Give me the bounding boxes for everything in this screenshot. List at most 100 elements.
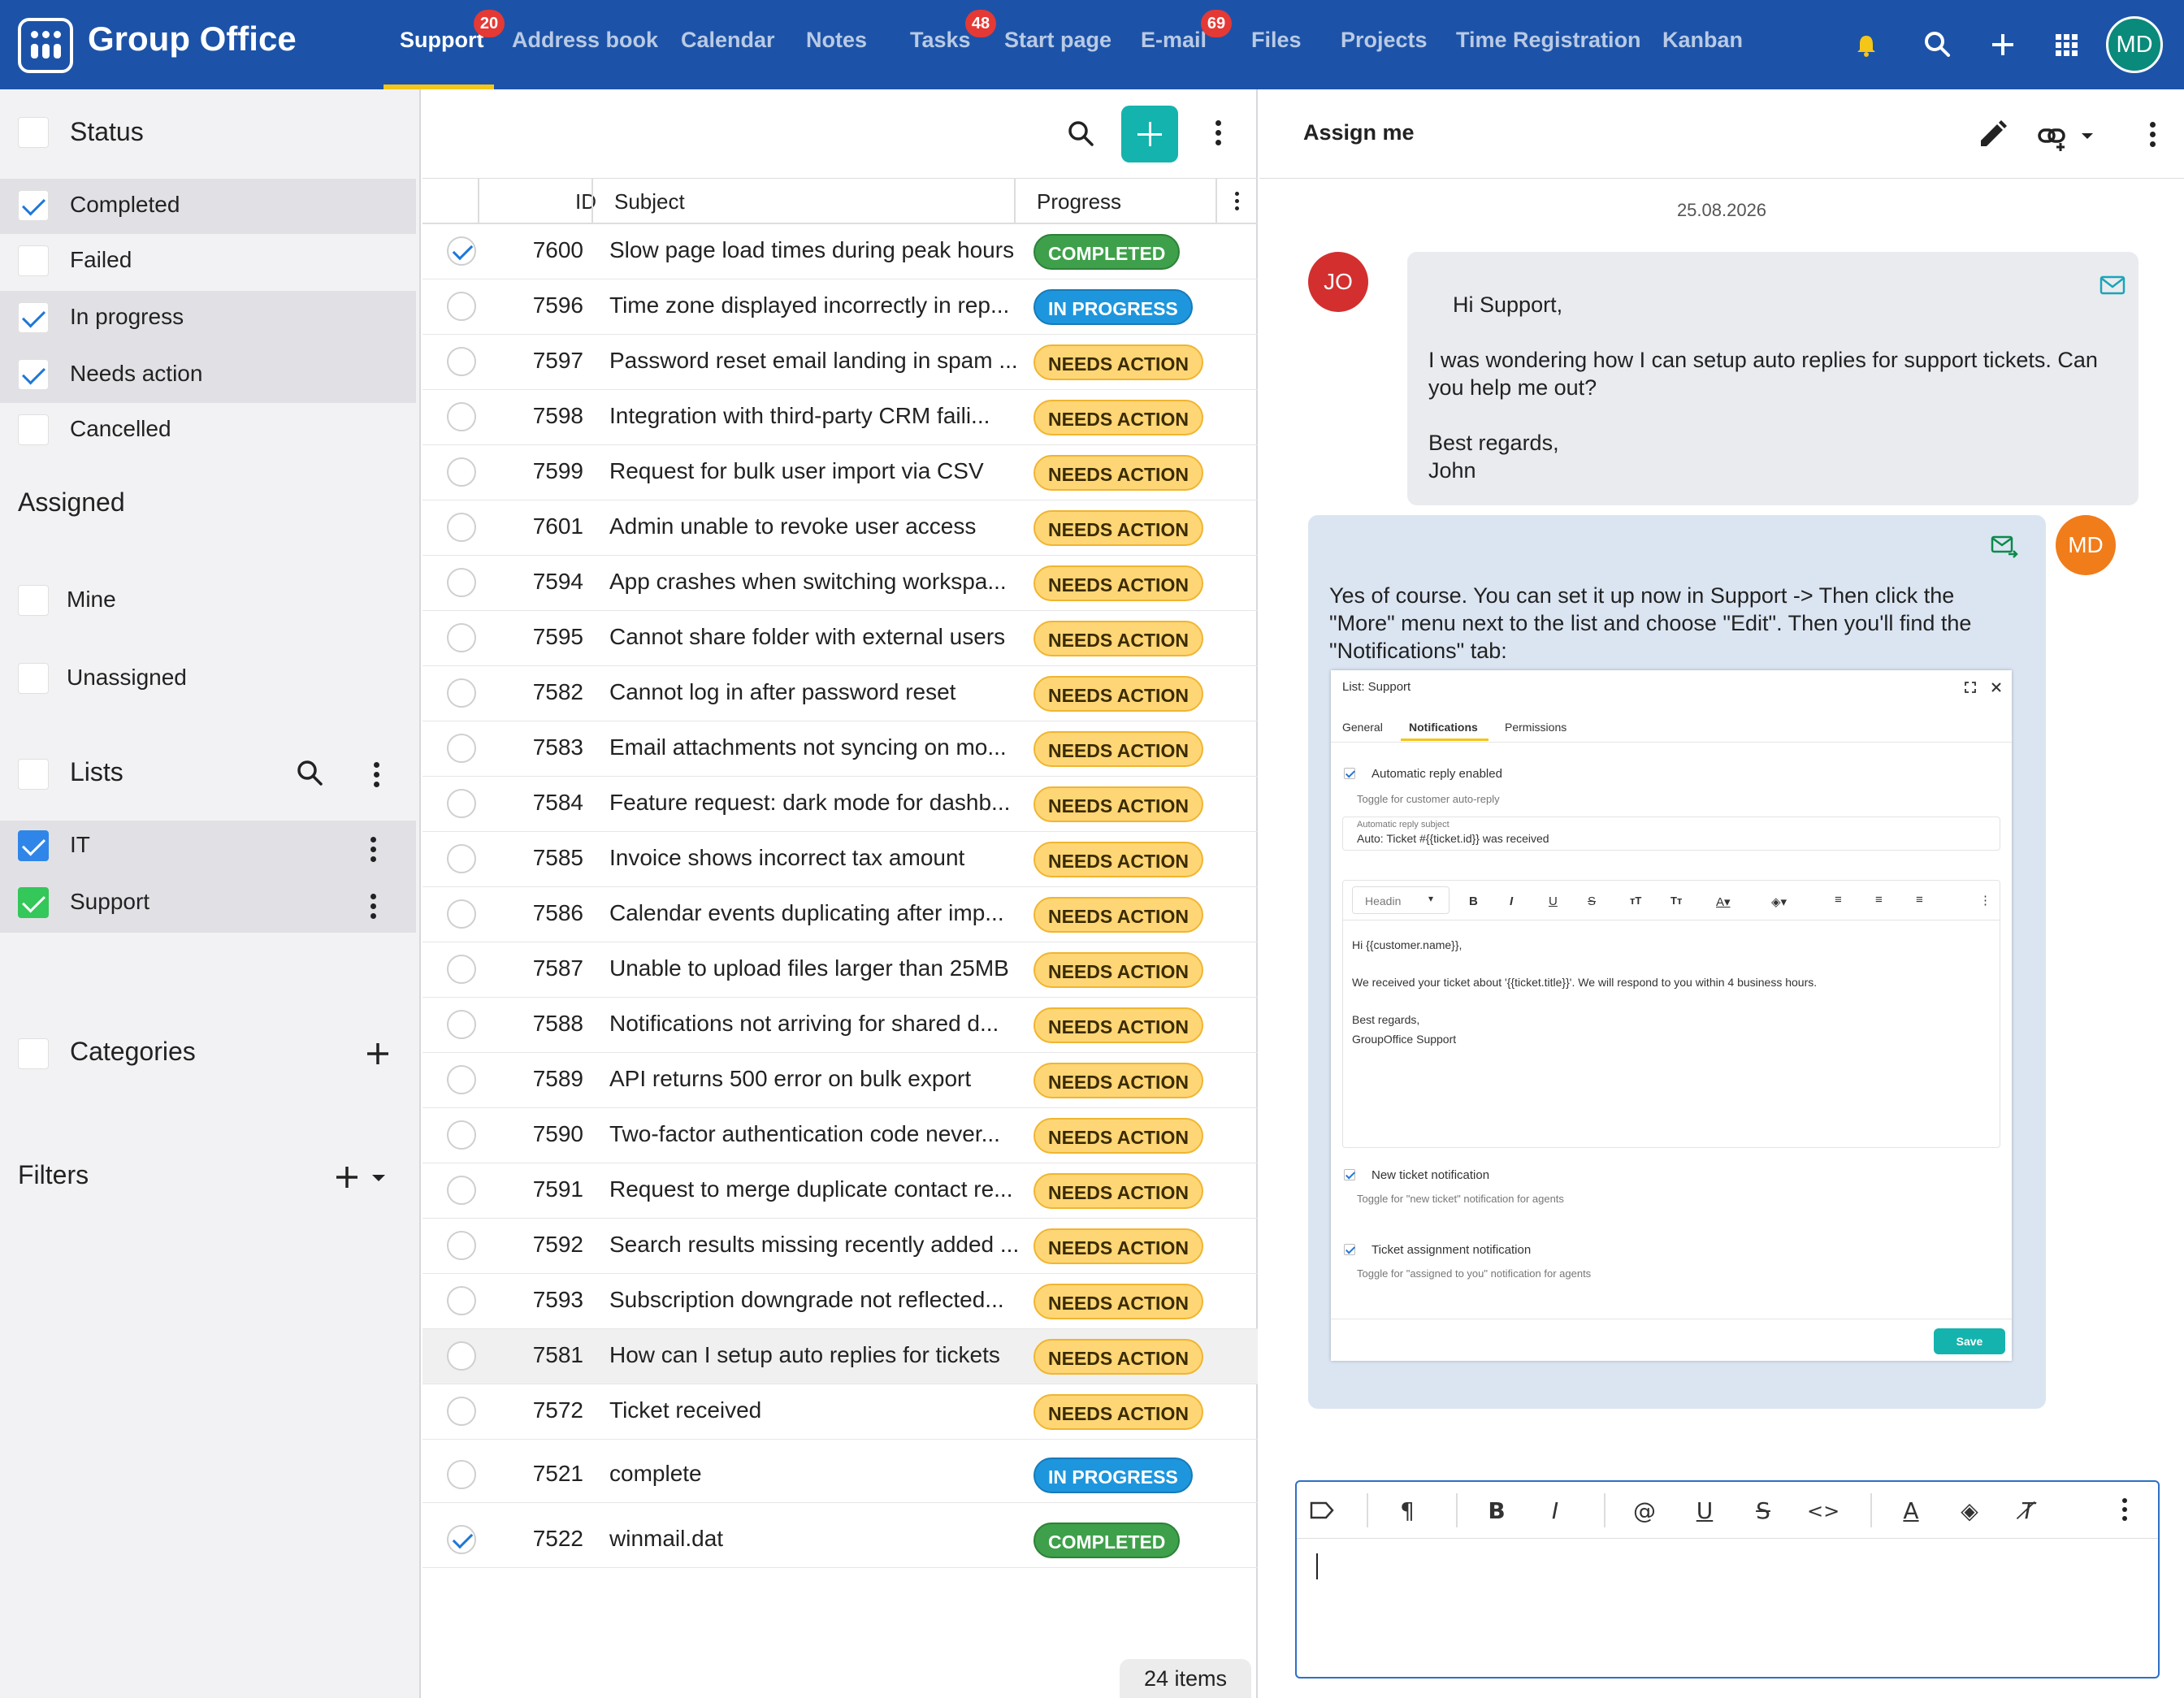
status-needs-action-label[interactable]: Needs action bbox=[70, 361, 202, 387]
lists-select-all-checkbox[interactable] bbox=[18, 759, 49, 790]
table-row[interactable]: 7521 complete IN PROGRESS bbox=[422, 1448, 1258, 1503]
group-office-logo-icon[interactable] bbox=[18, 18, 73, 73]
row-checkbox[interactable] bbox=[447, 1120, 476, 1150]
table-row[interactable]: 7585 Invoice shows incorrect tax amount NE… bbox=[422, 832, 1258, 887]
add-category-icon[interactable] bbox=[362, 1038, 393, 1069]
status-in-progress-label[interactable]: In progress bbox=[70, 304, 184, 330]
table-row[interactable]: 7598 Integration with third-party CRM fai… bbox=[422, 390, 1258, 445]
table-row[interactable]: 7522 winmail.dat COMPLETED bbox=[422, 1513, 1258, 1568]
table-row[interactable]: 7595 Cannot share folder with external us… bbox=[422, 611, 1258, 666]
table-row[interactable]: 7587 Unable to upload files larger than 2… bbox=[422, 942, 1258, 998]
assigned-mine-checkbox[interactable] bbox=[18, 585, 49, 616]
table-row[interactable]: 7589 API returns 500 error on bulk export… bbox=[422, 1053, 1258, 1108]
clear-format-icon[interactable]: T̸ bbox=[2013, 1497, 2043, 1526]
row-checkbox[interactable] bbox=[447, 347, 476, 376]
nav-tab-start-page[interactable]: Start page bbox=[1004, 28, 1112, 53]
assigned-unassigned-label[interactable]: Unassigned bbox=[67, 665, 187, 691]
lists-search-icon[interactable] bbox=[292, 756, 328, 791]
status-completed-label[interactable]: Completed bbox=[70, 192, 180, 218]
row-checkbox[interactable] bbox=[447, 1460, 476, 1489]
row-checkbox[interactable] bbox=[447, 1176, 476, 1205]
list-search-icon[interactable] bbox=[1063, 115, 1100, 153]
table-row[interactable]: 7594 App crashes when switching workspa..… bbox=[422, 556, 1258, 611]
strikethrough-icon[interactable]: S bbox=[1748, 1497, 1778, 1526]
nav-tab-notes[interactable]: Notes bbox=[806, 28, 867, 53]
table-row[interactable]: 7582 Cannot log in after password reset NE… bbox=[422, 666, 1258, 721]
italic-icon[interactable]: I bbox=[1540, 1497, 1570, 1526]
table-row[interactable]: 7593 Subscription downgrade not reflected… bbox=[422, 1274, 1258, 1329]
bell-icon[interactable] bbox=[1846, 24, 1887, 65]
status-needs-action-checkbox[interactable] bbox=[18, 359, 49, 390]
row-checkbox[interactable] bbox=[447, 1525, 476, 1554]
table-row[interactable]: 7592 Search results missing recently adde… bbox=[422, 1219, 1258, 1274]
nav-tab-address-book[interactable]: Address book bbox=[512, 28, 658, 53]
nav-tab-support[interactable]: Support bbox=[400, 28, 483, 53]
table-row[interactable]: 7599 Request for bulk user import via CSV… bbox=[422, 445, 1258, 500]
status-completed-checkbox[interactable] bbox=[18, 190, 49, 221]
column-header-id[interactable]: ID bbox=[478, 179, 609, 224]
status-select-all-checkbox[interactable] bbox=[18, 117, 49, 148]
column-header-progress[interactable]: Progress bbox=[1014, 179, 1216, 224]
nav-tab-calendar[interactable]: Calendar bbox=[681, 28, 775, 53]
nav-tab-time-registration[interactable]: Time Registration bbox=[1456, 28, 1641, 53]
nav-tab-projects[interactable]: Projects bbox=[1341, 28, 1428, 53]
table-row[interactable]: 7588 Notifications not arriving for share… bbox=[422, 998, 1258, 1053]
list-support-more-icon[interactable] bbox=[370, 894, 377, 921]
status-failed-checkbox[interactable] bbox=[18, 245, 49, 276]
text-color-icon[interactable]: A bbox=[1896, 1497, 1926, 1526]
plus-icon[interactable] bbox=[1982, 24, 2023, 65]
row-checkbox[interactable] bbox=[447, 734, 476, 763]
table-row[interactable]: 7584 Feature request: dark mode for dashb… bbox=[422, 777, 1258, 832]
nav-tab-email[interactable]: E-mail bbox=[1141, 28, 1207, 53]
row-checkbox[interactable] bbox=[447, 402, 476, 431]
table-row[interactable]: 7597 Password reset email landing in spam… bbox=[422, 335, 1258, 390]
add-filter-icon[interactable] bbox=[332, 1162, 393, 1193]
table-row[interactable]: 7581 How can I setup auto replies for tic… bbox=[422, 1329, 1258, 1384]
nav-tab-tasks[interactable]: Tasks bbox=[910, 28, 971, 53]
user-avatar[interactable]: MD bbox=[2106, 16, 2163, 73]
row-checkbox[interactable] bbox=[447, 513, 476, 542]
table-row[interactable]: 7596 Time zone displayed incorrectly in r… bbox=[422, 279, 1258, 335]
table-row[interactable]: 7591 Request to merge duplicate contact r… bbox=[422, 1163, 1258, 1219]
row-checkbox[interactable] bbox=[447, 678, 476, 708]
column-header-subject[interactable]: Subject bbox=[592, 179, 1016, 224]
row-checkbox[interactable] bbox=[447, 1010, 476, 1039]
table-row[interactable]: 7586 Calendar events duplicating after im… bbox=[422, 887, 1258, 942]
row-checkbox[interactable] bbox=[447, 1341, 476, 1371]
lists-more-icon[interactable] bbox=[374, 762, 380, 790]
row-checkbox[interactable] bbox=[447, 236, 476, 266]
table-row[interactable]: 7600 Slow page load times during peak hou… bbox=[422, 224, 1258, 279]
row-checkbox[interactable] bbox=[447, 844, 476, 873]
apps-grid-icon[interactable] bbox=[2046, 24, 2086, 65]
mention-icon[interactable]: @ bbox=[1630, 1497, 1659, 1526]
list-it-label[interactable]: IT bbox=[70, 832, 90, 858]
link-dropdown-icon[interactable] bbox=[2036, 119, 2101, 154]
search-icon[interactable] bbox=[1918, 24, 1958, 65]
row-checkbox[interactable] bbox=[447, 457, 476, 487]
status-cancelled-checkbox[interactable] bbox=[18, 414, 49, 445]
row-checkbox[interactable] bbox=[447, 1231, 476, 1260]
status-failed-label[interactable]: Failed bbox=[70, 247, 132, 273]
row-checkbox[interactable] bbox=[447, 292, 476, 321]
bold-icon[interactable]: B bbox=[1482, 1497, 1511, 1526]
column-menu-icon[interactable] bbox=[1235, 192, 1242, 211]
table-row[interactable]: 7583 Email attachments not syncing on mo.… bbox=[422, 721, 1258, 777]
row-checkbox[interactable] bbox=[447, 899, 476, 929]
table-row[interactable]: 7601 Admin unable to revoke user access NE… bbox=[422, 500, 1258, 556]
assigned-mine-label[interactable]: Mine bbox=[67, 587, 116, 613]
table-row[interactable]: 7590 Two-factor authentication code never… bbox=[422, 1108, 1258, 1163]
list-more-icon[interactable] bbox=[1216, 120, 1222, 148]
status-cancelled-label[interactable]: Cancelled bbox=[70, 416, 171, 442]
paragraph-icon[interactable]: ¶ bbox=[1393, 1497, 1422, 1526]
row-checkbox[interactable] bbox=[447, 955, 476, 984]
list-support-checkbox[interactable] bbox=[18, 887, 49, 918]
list-it-more-icon[interactable] bbox=[370, 837, 377, 864]
row-checkbox[interactable] bbox=[447, 1065, 476, 1094]
list-it-checkbox[interactable] bbox=[18, 830, 49, 861]
add-ticket-button[interactable] bbox=[1121, 106, 1178, 162]
reply-composer[interactable]: ¶ B I @ U S <> A ◈ T̸ bbox=[1295, 1480, 2160, 1679]
row-checkbox[interactable] bbox=[447, 789, 476, 818]
row-checkbox[interactable] bbox=[447, 1286, 476, 1315]
row-checkbox[interactable] bbox=[447, 568, 476, 597]
detail-more-icon[interactable] bbox=[2150, 122, 2156, 149]
